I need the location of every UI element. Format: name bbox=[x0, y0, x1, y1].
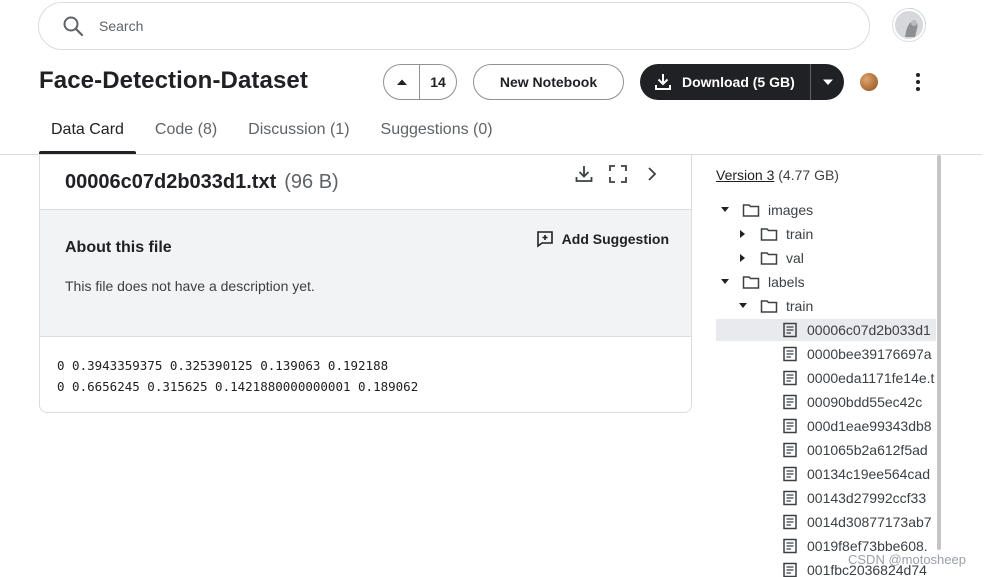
tree-file[interactable]: 00090bdd55ec42c bbox=[716, 391, 936, 413]
caret-down-icon[interactable] bbox=[720, 277, 730, 287]
file-content: 0 0.3943359375 0.325390125 0.139063 0.19… bbox=[40, 337, 691, 397]
more-options-button[interactable] bbox=[908, 70, 928, 94]
tree-item-label: 00090bdd55ec42c bbox=[807, 394, 923, 410]
fullscreen-icon[interactable] bbox=[607, 163, 629, 185]
about-file-section: About this file Add Suggestion This file… bbox=[40, 210, 691, 337]
download-options-button[interactable] bbox=[811, 64, 844, 100]
search-input[interactable] bbox=[99, 18, 799, 34]
file-description: This file does not have a description ye… bbox=[65, 278, 315, 294]
file-header: 00006c07d2b033d1.txt (96 B) bbox=[40, 155, 691, 210]
tree-item-label: 00006c07d2b033d1 bbox=[807, 322, 931, 338]
chevron-down-icon bbox=[822, 79, 833, 85]
content-line: 0 0.6656245 0.315625 0.1421880000000001 … bbox=[57, 379, 419, 394]
file-icon bbox=[781, 441, 799, 459]
tree-folder[interactable]: train bbox=[738, 295, 813, 317]
tree-folder[interactable]: labels bbox=[720, 271, 805, 293]
download-label: Download (5 GB) bbox=[682, 74, 795, 90]
caret-up-icon bbox=[396, 79, 407, 85]
file-icon bbox=[781, 561, 799, 577]
add-suggestion-label: Add Suggestion bbox=[561, 231, 669, 247]
file-icon bbox=[781, 465, 799, 483]
version-info: Version 3 (4.77 GB) bbox=[716, 167, 839, 183]
tree-item-label: 00143d27992ccf33 bbox=[807, 490, 927, 506]
download-file-icon[interactable] bbox=[573, 163, 595, 185]
tree-item-label: 001065b2a612f5ad bbox=[807, 442, 928, 458]
file-icon bbox=[781, 321, 799, 339]
folder-icon bbox=[742, 201, 760, 219]
tab-code[interactable]: Code (8) bbox=[143, 110, 229, 154]
folder-icon bbox=[760, 249, 778, 267]
tab-suggestions[interactable]: Suggestions (0) bbox=[369, 110, 505, 154]
download-button[interactable]: Download (5 GB) bbox=[640, 64, 810, 100]
file-preview-card: 00006c07d2b033d1.txt (96 B) About this f… bbox=[39, 155, 692, 413]
tree-file[interactable]: 0000eda1171fe14e.t bbox=[716, 367, 936, 389]
tree-file[interactable]: 001065b2a612f5ad bbox=[716, 439, 936, 461]
tree-item-label: train bbox=[786, 298, 814, 314]
tree-folder[interactable]: val bbox=[738, 247, 804, 269]
file-size: (96 B) bbox=[284, 170, 339, 193]
content-line: 0 0.3943359375 0.325390125 0.139063 0.19… bbox=[57, 358, 389, 373]
tree-file[interactable]: 00143d27992ccf33 bbox=[716, 487, 936, 509]
more-vert-icon bbox=[916, 73, 920, 91]
file-name: 00006c07d2b033d1.txt bbox=[65, 170, 277, 193]
bronze-medal-icon bbox=[860, 73, 878, 91]
upvote-button[interactable] bbox=[384, 65, 420, 99]
upvote-control: 14 bbox=[383, 64, 457, 100]
file-icon bbox=[781, 513, 799, 531]
watermark: CSDN @motosheep bbox=[848, 552, 966, 567]
tree-item-label: 0000bee39176697a bbox=[807, 346, 932, 362]
add-comment-icon bbox=[536, 231, 553, 248]
folder-icon bbox=[742, 273, 760, 291]
tab-discussion[interactable]: Discussion (1) bbox=[236, 110, 361, 154]
search-bar[interactable] bbox=[38, 2, 870, 50]
add-suggestion-button[interactable]: Add Suggestion bbox=[536, 230, 669, 248]
folder-icon bbox=[760, 225, 778, 243]
tree-item-label: 00134c19ee564cad bbox=[807, 466, 931, 482]
page-title: Face-Detection-Dataset bbox=[39, 67, 308, 94]
upvote-count: 14 bbox=[430, 74, 446, 90]
tree-file[interactable]: 0000bee39176697a bbox=[716, 343, 936, 365]
avatar[interactable] bbox=[893, 9, 925, 41]
tree-item-label: 000d1eae99343db8 bbox=[807, 418, 932, 434]
file-icon bbox=[781, 489, 799, 507]
file-icon bbox=[781, 393, 799, 411]
tree-item-label: images bbox=[768, 202, 814, 218]
file-icon bbox=[781, 417, 799, 435]
about-title: About this file bbox=[65, 239, 172, 256]
data-explorer-sidebar: Version 3 (4.77 GB) images train val labels… bbox=[710, 155, 941, 577]
tab-data-card[interactable]: Data Card bbox=[39, 110, 136, 154]
tree-item-label: val bbox=[786, 250, 804, 266]
tree-file[interactable]: 000d1eae99343db8 bbox=[716, 415, 936, 437]
tree-item-label: 0014d30877173ab7 bbox=[807, 514, 932, 530]
download-icon bbox=[655, 74, 671, 90]
tree-item-label: 0000eda1171fe14e.t bbox=[807, 370, 935, 386]
file-icon bbox=[781, 345, 799, 363]
tree-file[interactable]: 0014d30877173ab7 bbox=[716, 511, 936, 533]
sidebar-scrollbar[interactable] bbox=[937, 155, 941, 550]
caret-down-icon[interactable] bbox=[720, 205, 730, 215]
caret-right-icon[interactable] bbox=[738, 229, 748, 239]
file-icon bbox=[781, 537, 799, 555]
tree-folder[interactable]: train bbox=[738, 223, 813, 245]
version-link[interactable]: Version 3 bbox=[716, 167, 774, 183]
version-size: (4.77 GB) bbox=[778, 167, 839, 183]
search-icon bbox=[61, 14, 85, 38]
file-icon bbox=[781, 369, 799, 387]
new-notebook-button[interactable]: New Notebook bbox=[473, 64, 624, 100]
tree-folder[interactable]: images bbox=[720, 199, 813, 221]
tree-item-label: train bbox=[786, 226, 814, 242]
caret-right-icon[interactable] bbox=[738, 253, 748, 263]
caret-down-icon[interactable] bbox=[738, 301, 748, 311]
tree-item-label: labels bbox=[768, 274, 805, 290]
download-button-group: Download (5 GB) bbox=[640, 64, 844, 100]
chevron-right-icon[interactable] bbox=[641, 163, 663, 185]
folder-icon bbox=[760, 297, 778, 315]
tab-bar: Data Card Code (8) Discussion (1) Sugges… bbox=[39, 110, 512, 154]
tree-file[interactable]: 00006c07d2b033d1 bbox=[716, 319, 936, 341]
tree-file[interactable]: 00134c19ee564cad bbox=[716, 463, 936, 485]
